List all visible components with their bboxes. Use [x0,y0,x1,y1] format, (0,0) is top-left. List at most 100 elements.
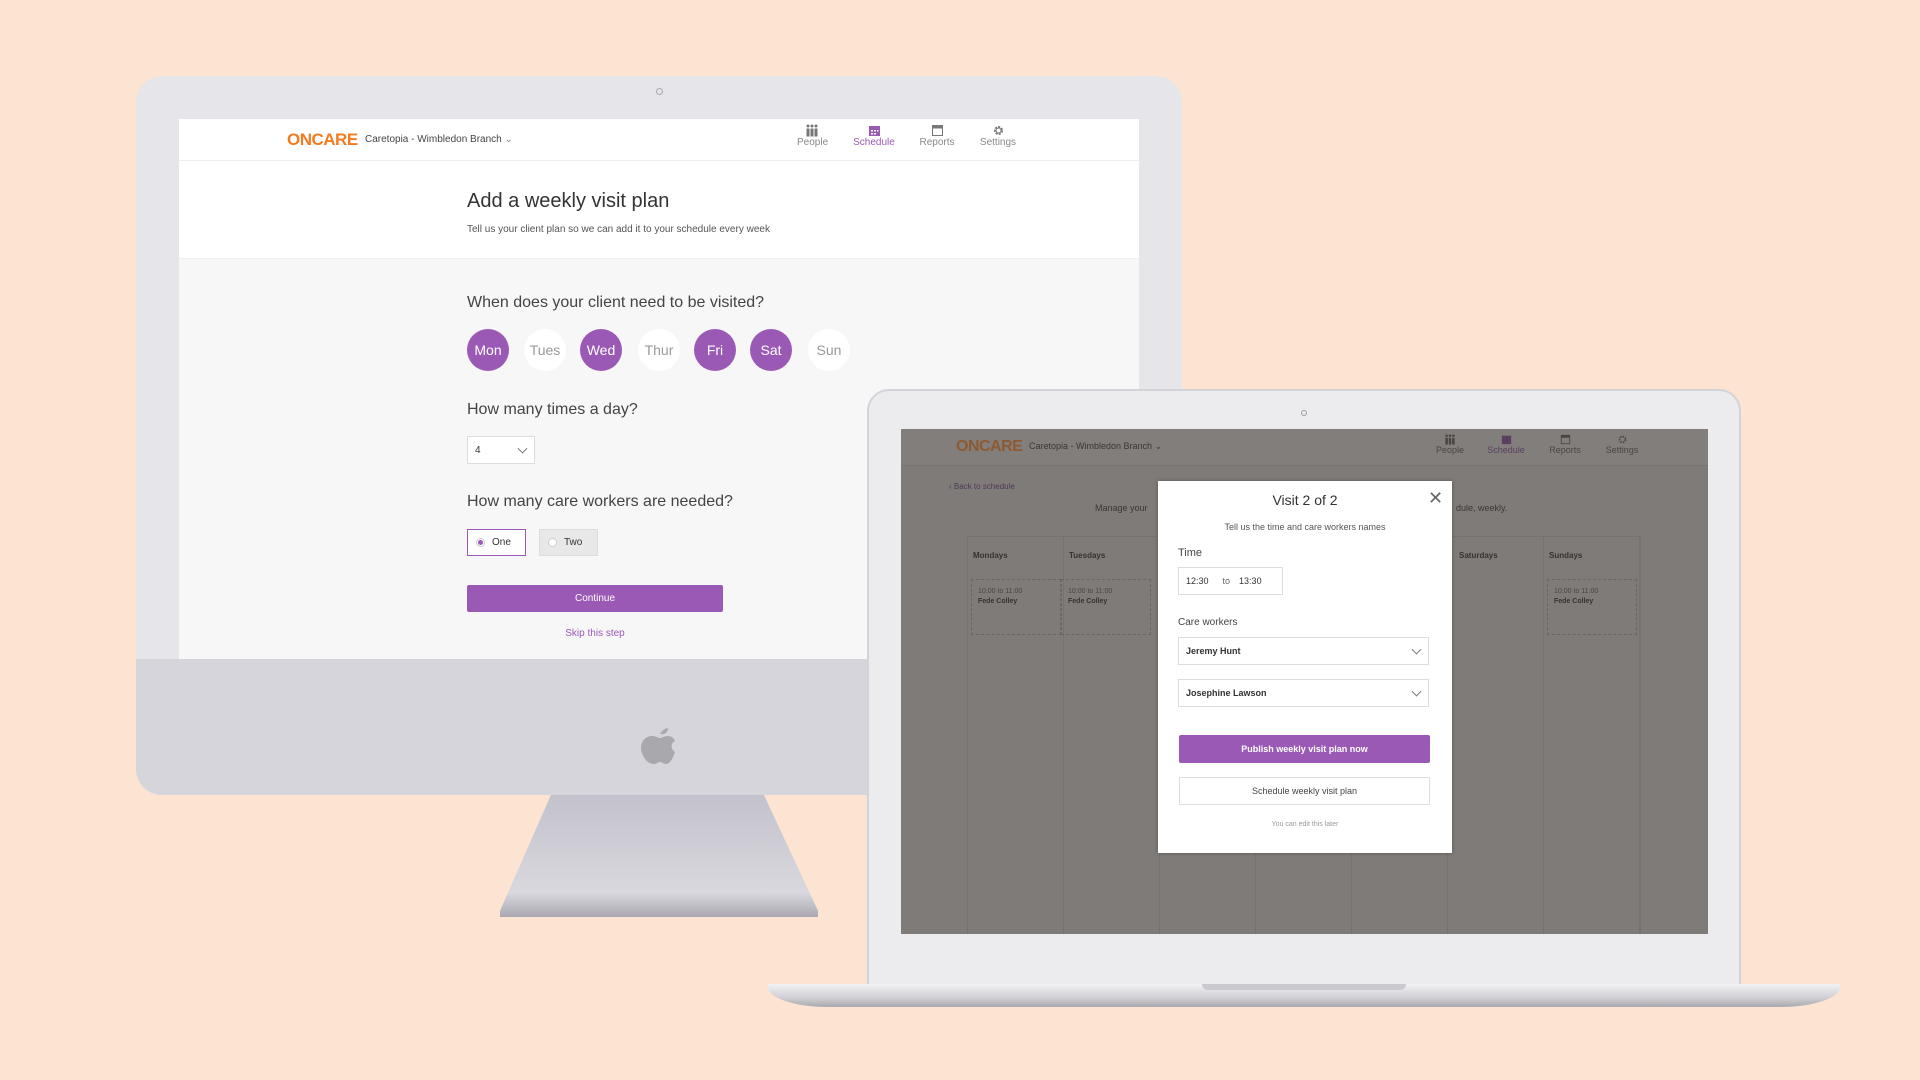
day-wed[interactable]: Wed [580,329,622,371]
laptop-notch [1202,984,1406,990]
nav-label: Schedule [853,137,895,148]
nav-schedule[interactable]: Schedule [853,124,895,148]
select-value: Josephine Lawson [1186,688,1267,698]
visit-card[interactable]: 10:00 to 11:00 Fede Colley [1061,579,1151,635]
reports-icon [1560,434,1570,445]
branch-name: Caretopia - Wimbledon Branch [1029,441,1153,451]
nav-reports[interactable]: Reports [919,124,955,148]
day-thur[interactable]: Thur [638,329,680,371]
column-tuesdays: Tuesdays [1069,551,1106,560]
branch-name: Caretopia - Wimbledon Branch [365,134,502,145]
nav-settings[interactable]: Settings [979,124,1017,148]
chevron-down-icon [1411,686,1422,697]
visit-card[interactable]: 10:00 to 11:00 Fede Colley [971,579,1061,635]
nav-label: People [1436,445,1465,455]
schedule-button[interactable]: Schedule weekly visit plan [1179,777,1430,805]
nav-schedule[interactable]: Schedule [1486,434,1526,455]
oncare-logo: ONCARE [956,438,1023,455]
publish-button[interactable]: Publish weekly visit plan now [1179,735,1430,763]
intro-text-end: dule, weekly. [1456,503,1508,513]
chevron-down-icon: ⌄ [1154,441,1163,451]
close-icon[interactable]: ✕ [1428,489,1443,507]
chevron-down-icon [517,443,528,454]
day-sun[interactable]: Sun [808,329,850,371]
nav-reports[interactable]: Reports [1548,434,1582,455]
radio-one[interactable]: One [467,529,526,556]
nav-label: Reports [919,137,955,148]
branch-selector[interactable]: Caretopia - Wimbledon Branch ⌄ [1029,441,1162,452]
calendar-icon [868,126,880,136]
times-per-day-select[interactable]: 4 [467,436,535,464]
day-sat[interactable]: Sat [750,329,792,371]
visit-modal: Visit 2 of 2 ✕ Tell us the time and care… [1158,481,1452,853]
oncare-logo: ONCARE [287,130,358,149]
calendar-icon [1501,435,1511,445]
top-nav: ONCARE Caretopia - Wimbledon Branch ⌄ Pe… [901,429,1708,466]
day-tues[interactable]: Tues [524,329,566,371]
day-mon[interactable]: Mon [467,329,509,371]
continue-button[interactable]: Continue [467,585,723,612]
care-worker-select-2[interactable]: Josephine Lawson [1178,679,1429,707]
visit-worker: Fede Colley [1554,598,1594,605]
visit-time: 10:00 to 11:00 [1068,588,1113,595]
time-label: Time [1178,547,1203,559]
care-workers-label: Care workers [1178,617,1238,628]
workers-question: How many care workers are needed? [467,493,733,510]
back-label: Back to schedule [953,482,1015,491]
care-worker-select-1[interactable]: Jeremy Hunt [1178,637,1429,665]
radio-label: Two [564,537,583,548]
day-fri[interactable]: Fri [694,329,736,371]
time-to[interactable]: 13:30 [1239,576,1262,586]
visit-time: 10:00 to 11:00 [978,588,1023,595]
days-question: When does your client need to be visited… [467,294,765,311]
select-value: 4 [475,444,481,456]
laptop-screen: ONCARE Caretopia - Wimbledon Branch ⌄ Pe… [901,429,1708,934]
people-icon [806,124,818,137]
branch-selector[interactable]: Caretopia - Wimbledon Branch ⌄ [365,134,513,145]
chevron-left-icon: ‹ [949,482,952,491]
back-to-schedule-link[interactable]: ‹ Back to schedule [949,482,1015,491]
nav-label: Settings [1605,445,1639,455]
apple-logo-icon [641,728,675,764]
visit-time: 10:00 to 11:00 [1554,588,1599,595]
page-subtitle: Tell us your client plan so we can add i… [467,224,770,235]
nav-people[interactable]: People [797,124,829,148]
time-from[interactable]: 12:30 [1186,576,1209,586]
nav-label: Settings [979,137,1017,148]
imac-stand [500,795,818,917]
reports-icon [931,125,943,136]
nav-label: People [797,137,829,148]
skip-link[interactable]: Skip this step [467,628,723,639]
visit-worker: Fede Colley [978,598,1018,605]
chevron-down-icon [1411,644,1422,655]
time-range-input[interactable]: 12:30 to 13:30 [1178,567,1283,595]
time-to-word: to [1222,576,1231,586]
people-icon [1445,434,1455,445]
nav-settings[interactable]: Settings [1604,434,1640,455]
laptop-camera [1301,410,1307,416]
modal-title: Visit 2 of 2 [1272,492,1338,508]
intro-text: Manage your [1095,503,1148,513]
modal-subtitle: Tell us the time and care workers names [1224,522,1386,532]
visit-worker: Fede Colley [1068,598,1108,605]
gear-icon [1618,435,1626,444]
radio-empty-icon [548,538,557,547]
column-mondays: Mondays [973,551,1008,560]
column-saturdays: Saturdays [1459,551,1498,560]
radio-two[interactable]: Two [539,529,598,556]
page-title: Add a weekly visit plan [467,190,670,212]
nav-people[interactable]: People [1436,434,1464,455]
gear-icon [993,126,1003,135]
nav-label: Reports [1549,445,1581,455]
column-sundays: Sundays [1549,551,1583,560]
radio-selected-icon [476,538,485,547]
edit-later-note: You can edit this later [1271,821,1339,828]
select-value: Jeremy Hunt [1186,646,1241,656]
times-question: How many times a day? [467,401,638,418]
nav-label: Schedule [1487,445,1525,455]
chevron-down-icon: ⌄ [504,134,513,145]
radio-label: One [492,537,511,548]
visit-card[interactable]: 10:00 to 11:00 Fede Colley [1547,579,1637,635]
imac-camera [656,88,663,95]
top-nav: ONCARE Caretopia - Wimbledon Branch ⌄ Pe… [179,119,1139,161]
